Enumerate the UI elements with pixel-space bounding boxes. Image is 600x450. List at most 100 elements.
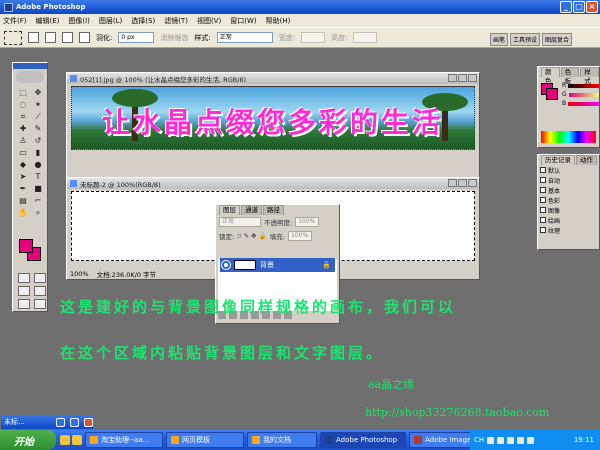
tab-history[interactable]: 历史记录: [541, 155, 575, 165]
feather-logo-icon[interactable]: [16, 71, 44, 83]
foreground-color-swatch[interactable]: [19, 239, 33, 253]
dodge-icon[interactable]: ●: [31, 159, 45, 170]
tab-styles[interactable]: 样式: [580, 67, 600, 85]
tray-icon[interactable]: [497, 436, 505, 444]
minimize-button[interactable]: _: [560, 1, 572, 13]
quick-mask-button[interactable]: [34, 273, 46, 283]
lock-icon[interactable]: ▫ ✎ ✥ 🔒: [237, 232, 267, 240]
tab-swatches[interactable]: 色板: [560, 67, 580, 85]
list-item[interactable]: 纹理: [538, 225, 599, 235]
path-select-icon[interactable]: ➤: [16, 171, 30, 182]
document-titlebar[interactable]: 未标题-2 @ 100%(RGB/8): [67, 178, 479, 189]
task-button-photoshop[interactable]: Adobe Photoshop: [320, 432, 406, 448]
list-item[interactable]: 图像: [538, 205, 599, 215]
tab-channels[interactable]: 通道: [241, 205, 262, 215]
fill-input[interactable]: 100%: [288, 231, 312, 241]
list-item[interactable]: 绘画: [538, 215, 599, 225]
layer-row-background[interactable]: 背景 🔒: [220, 258, 335, 272]
slice-icon[interactable]: ⟋: [31, 111, 45, 122]
palette-tab-tool-presets[interactable]: 工具预设: [510, 33, 541, 46]
jump-to-imageready-button[interactable]: [34, 299, 46, 309]
ie-icon[interactable]: [60, 435, 70, 445]
antialias-checkbox[interactable]: 消除锯齿: [160, 33, 188, 43]
width-input[interactable]: [301, 32, 326, 43]
style-select[interactable]: 正常: [216, 32, 273, 43]
tab-color[interactable]: 颜色: [541, 67, 560, 85]
tab-layers[interactable]: 图层: [219, 205, 240, 215]
maximize-button[interactable]: □: [573, 1, 585, 13]
height-input[interactable]: [353, 32, 378, 43]
intersect-selection-button[interactable]: [79, 32, 90, 43]
network-icon[interactable]: [527, 436, 535, 444]
eraser-icon[interactable]: ▭: [16, 147, 30, 158]
marquee-tool-preset[interactable]: [4, 30, 22, 45]
task-button-documents[interactable]: 我的文档: [247, 432, 317, 448]
screen-mode-fullmenu-button[interactable]: [18, 299, 30, 309]
maximize-button[interactable]: [70, 417, 79, 427]
menu-window[interactable]: 窗口(W): [230, 16, 256, 26]
document-titlebar[interactable]: 052[1].jpg @ 100% (让水晶点缀您多彩的生活, RGB/8): [67, 73, 479, 84]
crop-icon[interactable]: ⌗: [16, 111, 30, 122]
tab-paths[interactable]: 路径: [263, 205, 284, 215]
menu-layer[interactable]: 图层(L): [99, 16, 122, 26]
standard-mode-button[interactable]: [18, 273, 30, 283]
gradient-icon[interactable]: ▮: [31, 147, 45, 158]
menu-help[interactable]: 帮助(H): [266, 16, 291, 26]
b-slider[interactable]: [568, 101, 599, 106]
tray-icon[interactable]: [507, 436, 515, 444]
list-item[interactable]: 自动: [538, 175, 599, 185]
list-item[interactable]: 基本: [538, 185, 599, 195]
close-button[interactable]: [84, 417, 93, 427]
list-item[interactable]: 默认: [538, 165, 599, 175]
doc-close-button[interactable]: [468, 179, 477, 187]
menu-select[interactable]: 选择(S): [131, 16, 155, 26]
new-selection-button[interactable]: [28, 32, 39, 43]
blend-mode-select[interactable]: 正常: [219, 217, 261, 227]
doc-minimize-button[interactable]: [448, 179, 457, 187]
type-icon[interactable]: T: [31, 171, 45, 182]
move-icon[interactable]: ✥: [31, 87, 45, 98]
tray-icon[interactable]: [487, 436, 495, 444]
palette-tab-brushes[interactable]: 画笔: [490, 33, 509, 46]
doc-minimize-button[interactable]: [448, 74, 457, 82]
zoom-icon[interactable]: ⌕: [31, 207, 45, 218]
clone-stamp-icon[interactable]: ♙: [16, 135, 30, 146]
screen-mode-standard-button[interactable]: [18, 286, 30, 296]
menu-edit[interactable]: 编辑(E): [36, 16, 60, 26]
task-button-templates[interactable]: 网页模板: [166, 432, 244, 448]
healing-brush-icon[interactable]: ✚: [16, 123, 30, 134]
volume-icon[interactable]: [517, 436, 525, 444]
eyedropper-icon[interactable]: ⌐: [31, 195, 45, 206]
list-item[interactable]: 色彩: [538, 195, 599, 205]
hand-icon[interactable]: ✋: [16, 207, 30, 218]
zoom-readout[interactable]: 100%: [70, 270, 89, 278]
color-ramp[interactable]: [541, 131, 596, 143]
start-button[interactable]: 开始: [0, 430, 56, 450]
folder-icon[interactable]: [72, 435, 82, 445]
brush-icon[interactable]: ✎: [31, 123, 45, 134]
minimized-document[interactable]: 未标...: [1, 415, 93, 429]
close-button[interactable]: ×: [586, 1, 598, 13]
doc-maximize-button[interactable]: [458, 74, 467, 82]
menu-view[interactable]: 视图(V): [197, 16, 221, 26]
r-slider[interactable]: [568, 83, 599, 88]
task-button-taobao[interactable]: 淘宝助理--aa...: [85, 432, 163, 448]
notes-icon[interactable]: ▤: [16, 195, 30, 206]
restore-button[interactable]: [56, 417, 65, 427]
language-indicator[interactable]: CH: [474, 436, 484, 444]
shape-icon[interactable]: ■: [31, 183, 45, 194]
add-selection-button[interactable]: [45, 32, 56, 43]
doc-maximize-button[interactable]: [458, 179, 467, 187]
feather-input[interactable]: 0 px: [118, 32, 155, 43]
doc-close-button[interactable]: [468, 74, 477, 82]
clock[interactable]: 19:11: [574, 436, 594, 444]
menu-file[interactable]: 文件(F): [3, 16, 27, 26]
magic-wand-icon[interactable]: ✶: [31, 99, 45, 110]
eye-icon[interactable]: [221, 260, 231, 270]
pen-icon[interactable]: ✒: [16, 183, 30, 194]
blur-icon[interactable]: ◆: [16, 159, 30, 170]
screen-mode-full-button[interactable]: [34, 286, 46, 296]
g-slider[interactable]: [568, 92, 599, 97]
history-brush-icon[interactable]: ↺: [31, 135, 45, 146]
menu-filter[interactable]: 滤镜(T): [164, 16, 188, 26]
